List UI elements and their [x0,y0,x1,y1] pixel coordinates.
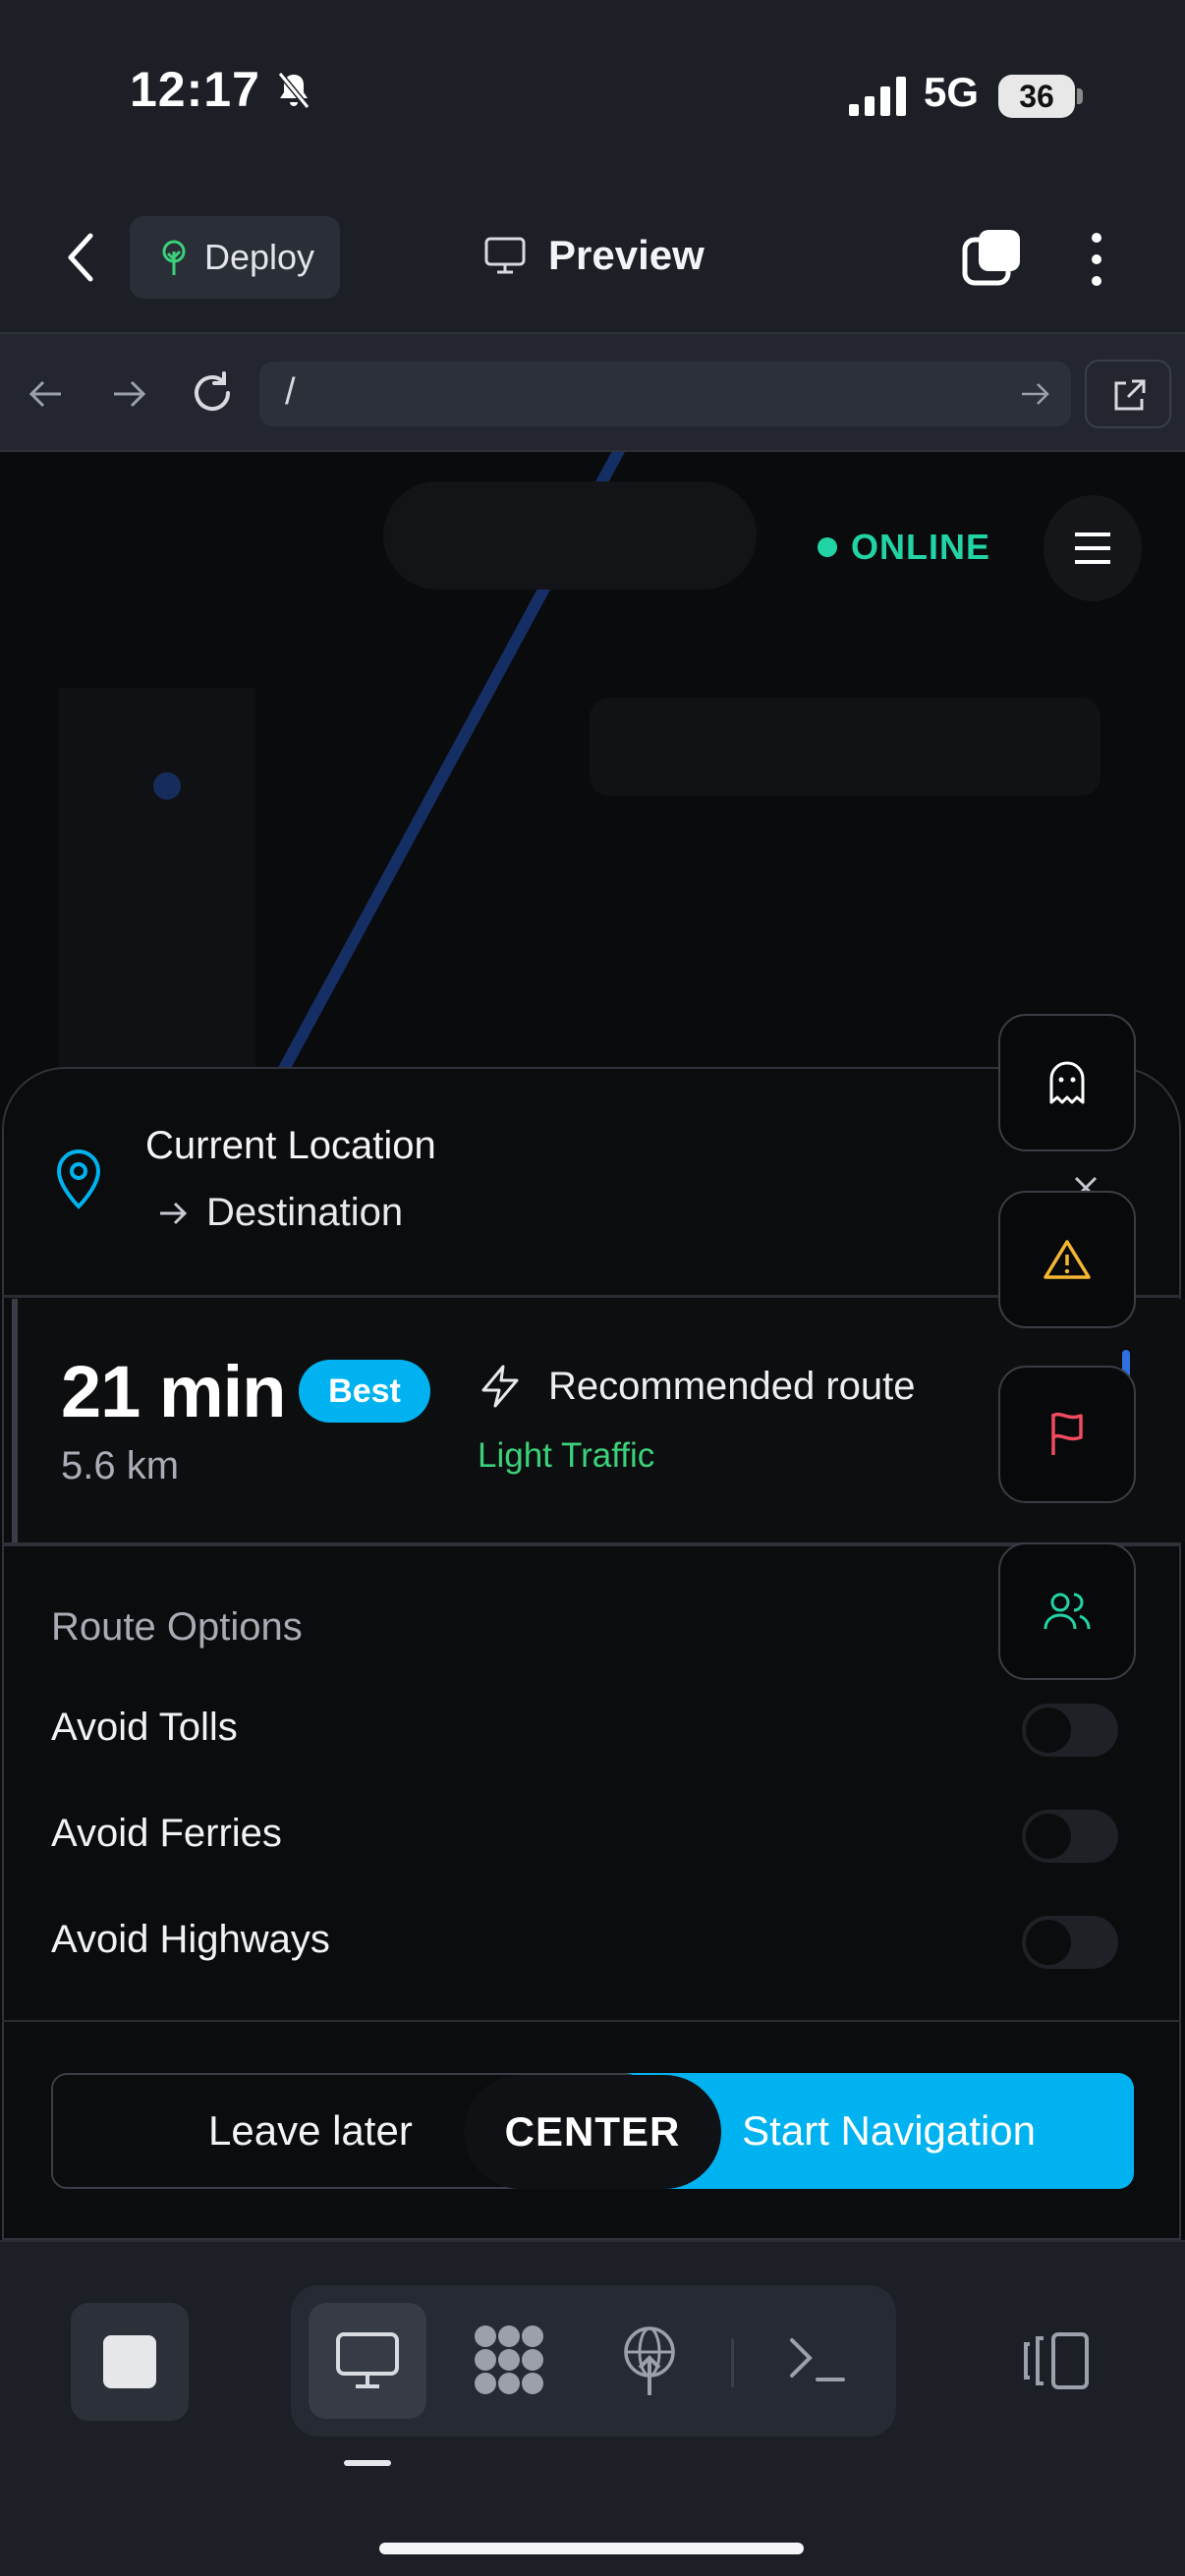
network-type: 5G [924,69,980,115]
bell-slash-icon [277,72,310,109]
online-status: ONLINE [818,527,990,568]
home-indicator[interactable] [379,2543,804,2554]
users-icon [1044,1593,1091,1630]
stop-button[interactable] [71,2303,189,2421]
url-text: / [285,371,296,413]
route-options-title: Route Options [51,1605,303,1649]
current-location-label: Current Location [145,1124,436,1167]
divider [2,2020,1181,2022]
preview-tab[interactable]: Preview [483,232,705,279]
go-arrow-icon[interactable] [1018,377,1051,411]
ghost-mode-button[interactable] [998,1014,1136,1151]
location-pin-icon [56,1148,101,1209]
apps-grid-icon[interactable] [470,2323,548,2397]
flag-icon [1051,1412,1083,1455]
center-button[interactable]: CENTER [464,2075,721,2189]
more-vertical-icon[interactable] [1081,228,1112,291]
avoid-tolls-label: Avoid Tolls [51,1706,238,1749]
online-label: ONLINE [851,527,991,567]
avoid-tolls-toggle[interactable] [1022,1704,1118,1757]
traffic-status: Light Traffic [478,1436,655,1475]
status-time: 12:17 [130,62,260,117]
ghost-icon [1049,1061,1085,1104]
best-badge: Best [299,1360,430,1423]
url-input[interactable] [259,362,1071,426]
deploy-label: Deploy [204,237,315,277]
preview-label: Preview [548,232,705,278]
battery-tip [1077,88,1083,104]
report-hazard-button[interactable] [998,1191,1136,1328]
external-link-icon [1114,379,1146,411]
route-description: Recommended route [548,1364,916,1408]
deploy-globe-icon[interactable] [619,2324,680,2397]
stop-icon [103,2335,156,2388]
toggle-knob [1026,1814,1071,1859]
open-external-button[interactable] [1085,360,1171,428]
active-tab-indicator [344,2460,391,2466]
lightning-icon [481,1365,519,1408]
split-view-icon[interactable] [1020,2330,1091,2391]
monitor-icon [484,237,526,274]
dock-separator [731,2338,734,2387]
divider [2,1542,1181,1546]
nav-back-icon[interactable] [26,373,67,415]
toggle-knob [1026,1920,1071,1965]
online-dot [818,537,837,557]
tabs-icon[interactable] [961,226,1024,289]
report-flag-button[interactable] [998,1366,1136,1503]
reload-icon[interactable] [189,369,236,417]
battery-level: 36 [998,75,1075,118]
preview-monitor-icon[interactable] [334,2330,401,2391]
signal-icon [849,77,906,116]
deploy-button[interactable]: Deploy [130,216,340,299]
arrow-right-icon [160,1202,188,1224]
destination-row[interactable]: Destination [157,1191,403,1235]
route-eta: 21 min [61,1351,286,1432]
tree-icon [162,240,186,275]
destination-label: Destination [206,1191,404,1234]
terminal-icon[interactable] [786,2332,849,2387]
nav-forward-icon[interactable] [108,373,149,415]
avoid-ferries-toggle[interactable] [1022,1810,1118,1863]
toggle-knob [1026,1708,1071,1753]
avoid-highways-label: Avoid Highways [51,1918,330,1961]
menu-button[interactable] [1044,495,1142,601]
warning-icon [1044,1240,1091,1279]
route-description-row: Recommended route [478,1364,916,1409]
community-button[interactable] [998,1542,1136,1680]
back-chevron-icon[interactable] [61,230,100,285]
hamburger-icon [1075,532,1110,564]
route-distance: 5.6 km [61,1444,180,1487]
avoid-highways-toggle[interactable] [1022,1916,1118,1969]
avoid-ferries-label: Avoid Ferries [51,1812,282,1855]
